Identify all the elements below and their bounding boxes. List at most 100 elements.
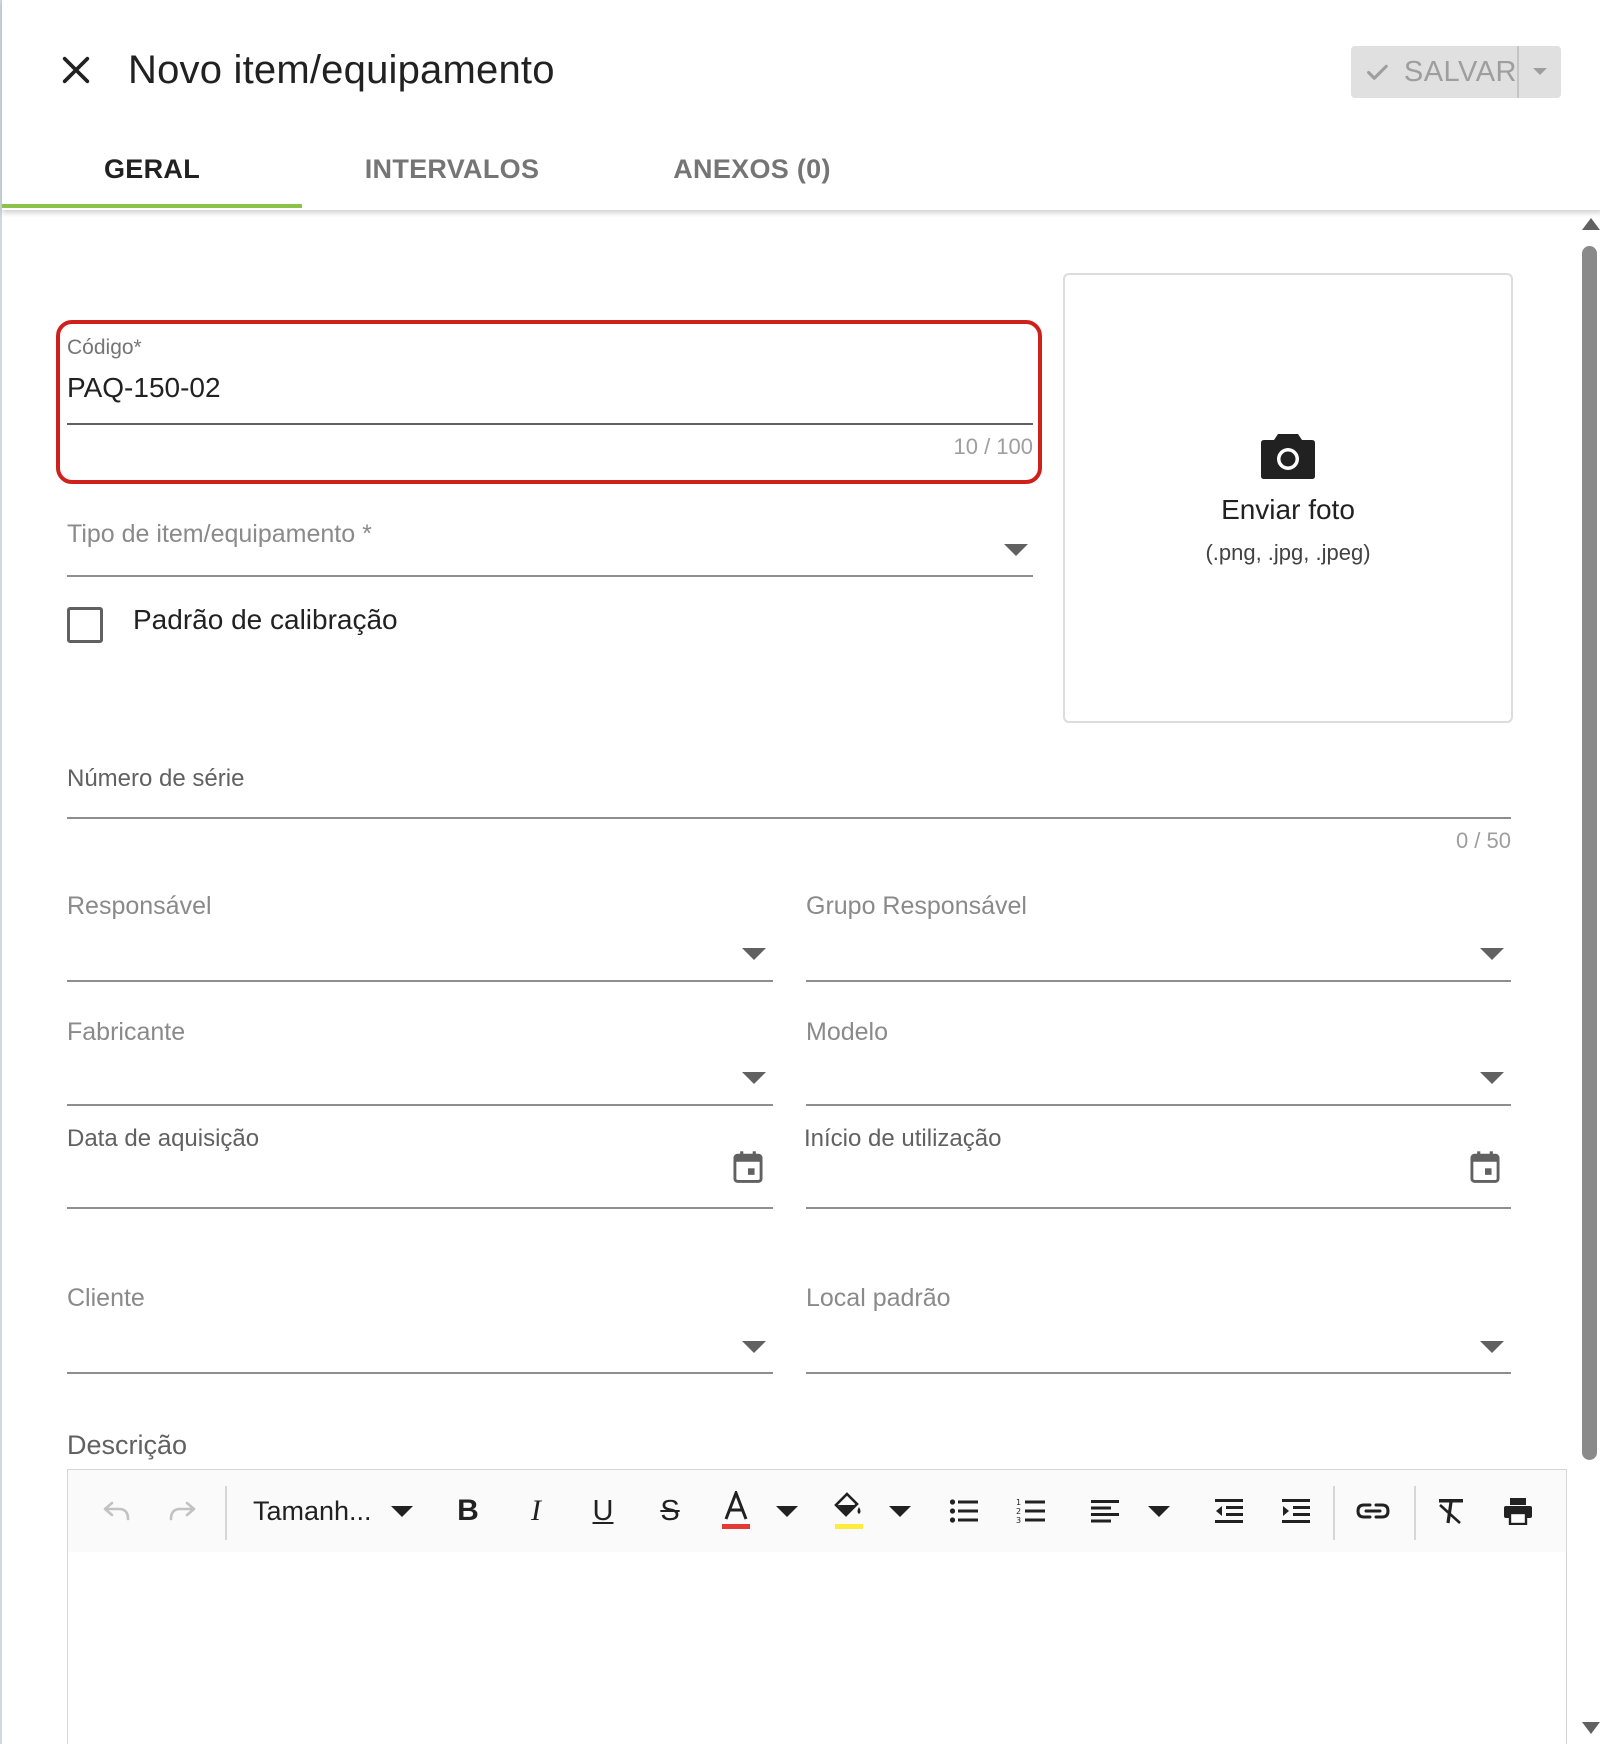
responsavel-label: Responsável: [67, 892, 212, 920]
italic-icon: I: [531, 1494, 541, 1527]
underline-button[interactable]: U: [583, 1486, 623, 1536]
numbered-list-button[interactable]: 1 2 3: [1011, 1486, 1051, 1536]
scrollbar-thumb[interactable]: [1582, 246, 1597, 1460]
tipo-dropdown-arrow-icon[interactable]: [1004, 544, 1028, 556]
svg-text:2: 2: [1016, 1507, 1021, 1516]
link-icon: [1356, 1503, 1390, 1519]
highlight-color-button[interactable]: [833, 1486, 911, 1536]
fabricante-underline: [67, 1104, 773, 1106]
data-aquisicao-underline: [67, 1207, 773, 1209]
close-button[interactable]: [50, 44, 102, 96]
scroll-down-arrow-icon[interactable]: [1582, 1722, 1600, 1734]
photo-upload[interactable]: Enviar foto (.png, .jpg, .jpeg): [1063, 273, 1513, 723]
tipo-label: Tipo de item/equipamento *: [67, 520, 372, 548]
data-aquisicao-label: Data de aquisição: [67, 1125, 260, 1152]
bold-icon: B: [457, 1494, 479, 1527]
check-icon: [1367, 64, 1388, 80]
inicio-utilizacao-label: Início de utilização: [804, 1125, 1002, 1152]
numbered-list-icon: 1 2 3: [1016, 1498, 1045, 1525]
toolbar-separator: [1414, 1486, 1416, 1540]
save-button-group: SALVAR: [1351, 46, 1561, 98]
svg-text:1: 1: [1016, 1498, 1021, 1507]
descricao-editor-area[interactable]: [68, 1552, 1566, 1744]
descricao-rich-text-editor: Tamanh... B I U S 1 2 3: [67, 1469, 1567, 1744]
caret-down-icon: [1148, 1505, 1170, 1517]
indent-icon: [1282, 1499, 1310, 1523]
cliente-select[interactable]: [67, 1272, 773, 1352]
modelo-select[interactable]: [806, 1008, 1511, 1088]
caret-down-icon: [391, 1505, 413, 1517]
underline-icon: U: [592, 1494, 614, 1527]
strikethrough-button[interactable]: S: [650, 1486, 690, 1536]
font-size-label: Tamanh...: [253, 1495, 372, 1526]
numero-serie-input[interactable]: [67, 792, 1511, 828]
modelo-underline: [806, 1104, 1511, 1106]
undo-button[interactable]: [96, 1486, 136, 1536]
camera-icon: [1261, 434, 1315, 479]
responsavel-dropdown-arrow-icon[interactable]: [742, 948, 766, 960]
font-size-select[interactable]: Tamanh...: [253, 1486, 413, 1536]
local-padrao-underline: [806, 1372, 1511, 1374]
numero-serie-underline: [67, 817, 1511, 819]
local-padrao-dropdown-arrow-icon[interactable]: [1480, 1341, 1504, 1353]
dialog-window: Novo item/equipamento SALVAR GERAL INTER…: [0, 0, 1600, 1744]
responsavel-underline: [67, 980, 773, 982]
clear-format-icon: [1439, 1499, 1463, 1524]
photo-upload-label: Enviar foto: [1221, 494, 1355, 525]
italic-button[interactable]: I: [516, 1486, 556, 1536]
font-color-button[interactable]: [720, 1486, 798, 1536]
print-button[interactable]: [1498, 1486, 1538, 1536]
cliente-underline: [67, 1372, 773, 1374]
save-button[interactable]: SALVAR: [1351, 46, 1519, 98]
editor-toolbar: Tamanh... B I U S 1 2 3: [68, 1470, 1566, 1552]
caret-down-icon: [889, 1505, 911, 1517]
bold-button[interactable]: B: [448, 1486, 488, 1536]
align-left-icon: [1091, 1500, 1119, 1523]
codigo-counter: 10 / 100: [953, 434, 1033, 459]
caret-down-icon: [776, 1505, 798, 1517]
calendar-icon[interactable]: [732, 1150, 764, 1184]
grupo-responsavel-dropdown-arrow-icon[interactable]: [1480, 948, 1504, 960]
form-content: Código* PAQ-150-02 10 / 100 Tipo de item…: [2, 212, 1578, 1744]
fabricante-label: Fabricante: [67, 1018, 186, 1046]
undo-icon: [103, 1501, 130, 1521]
page-title: Novo item/equipamento: [128, 48, 555, 92]
tab-anexos[interactable]: ANEXOS (0): [602, 128, 902, 210]
descricao-label: Descrição: [67, 1430, 188, 1460]
indent-button[interactable]: [1276, 1486, 1316, 1536]
caret-down-icon: [1533, 68, 1547, 75]
scroll-up-arrow-icon[interactable]: [1582, 218, 1600, 230]
bullet-list-button[interactable]: [944, 1486, 984, 1536]
redo-icon: [169, 1501, 196, 1521]
insert-link-button[interactable]: [1351, 1486, 1395, 1536]
tab-geral[interactable]: GERAL: [2, 128, 302, 210]
print-icon: [1504, 1498, 1532, 1525]
font-color-icon: [722, 1491, 750, 1529]
photo-upload-formats: (.png, .jpg, .jpeg): [1205, 540, 1371, 565]
scrollbar[interactable]: [1578, 212, 1600, 1744]
clear-format-button[interactable]: [1431, 1486, 1471, 1536]
toolbar-separator: [225, 1486, 227, 1540]
numero-serie-label: Número de série: [67, 765, 245, 792]
calendar-icon[interactable]: [1469, 1150, 1501, 1184]
fill-color-icon: [834, 1492, 863, 1529]
padrao-calibracao-label: Padrão de calibração: [133, 604, 398, 635]
modelo-label: Modelo: [806, 1018, 888, 1046]
cliente-dropdown-arrow-icon[interactable]: [742, 1341, 766, 1353]
outdent-icon: [1215, 1499, 1243, 1523]
codigo-input[interactable]: PAQ-150-02: [67, 372, 1033, 416]
tab-bar: GERAL INTERVALOS ANEXOS (0): [2, 128, 902, 210]
tab-intervalos[interactable]: INTERVALOS: [302, 128, 602, 210]
outdent-button[interactable]: [1209, 1486, 1249, 1536]
redo-button[interactable]: [163, 1486, 203, 1536]
modelo-dropdown-arrow-icon[interactable]: [1480, 1072, 1504, 1084]
codigo-underline: [67, 423, 1033, 425]
align-button[interactable]: [1090, 1486, 1170, 1536]
close-icon: [62, 56, 90, 84]
save-button-label: SALVAR: [1403, 55, 1517, 88]
fabricante-dropdown-arrow-icon[interactable]: [742, 1072, 766, 1084]
padrao-calibracao-checkbox[interactable]: [67, 607, 103, 643]
local-padrao-label: Local padrão: [806, 1284, 951, 1312]
save-options-dropdown[interactable]: [1519, 46, 1561, 98]
inicio-utilizacao-underline: [806, 1207, 1511, 1209]
